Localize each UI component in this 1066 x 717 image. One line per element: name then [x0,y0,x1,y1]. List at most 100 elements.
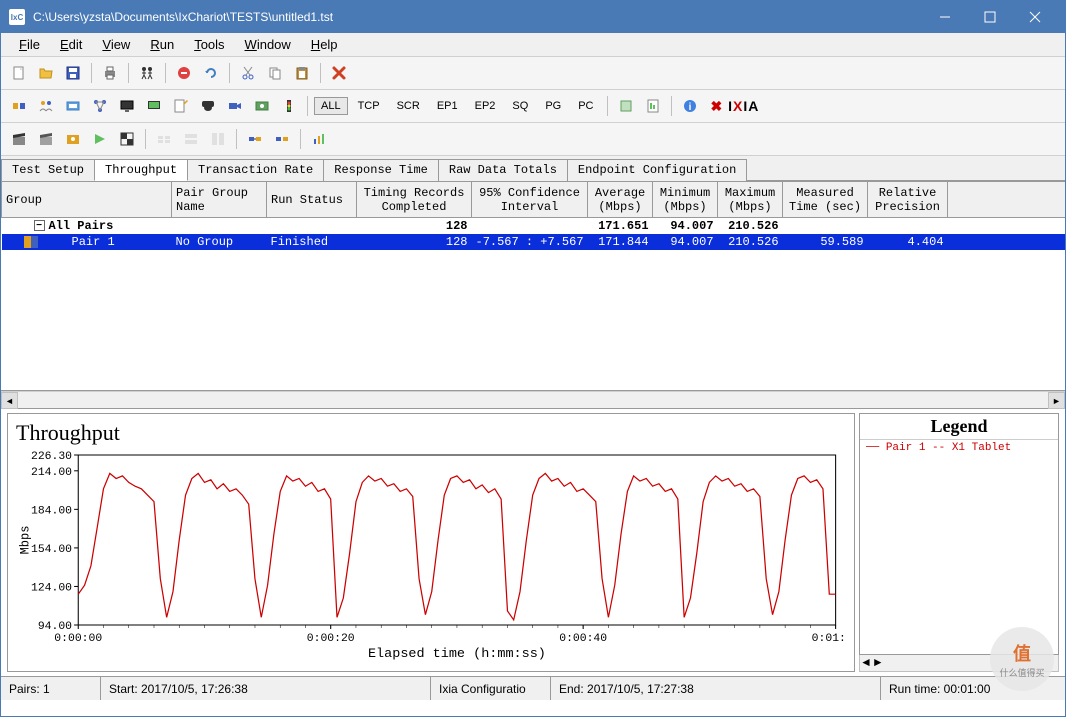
filter-all-button[interactable]: ALL [314,97,348,115]
menu-view[interactable]: View [92,35,140,54]
menu-run[interactable]: Run [140,35,184,54]
tab-endpoint-configuration[interactable]: Endpoint Configuration [567,159,747,181]
summary-avg: 171.651 [588,218,653,235]
save-icon[interactable] [61,61,85,85]
status-end: End: 2017/10/5, 17:27:38 [551,677,881,700]
iptv-icon[interactable] [250,94,274,118]
toolbar-3 [1,123,1065,156]
summary-row[interactable]: −All Pairs 128 171.651 94.007 210.526 [2,218,1066,235]
filter-ep2-button[interactable]: EP2 [468,97,503,115]
delete-icon[interactable] [327,61,351,85]
link-icon[interactable] [243,127,267,151]
col-group[interactable]: Group [2,182,172,218]
group2-icon[interactable] [179,127,203,151]
chart-icon[interactable] [307,127,331,151]
export-icon[interactable] [614,94,638,118]
throughput-chart: 226.30214.00184.00154.00124.0094.000:00:… [16,450,846,660]
stop-icon[interactable] [172,61,196,85]
filter-scr-button[interactable]: SCR [390,97,427,115]
menu-tools[interactable]: Tools [184,35,234,54]
menu-file[interactable]: File [9,35,50,54]
network-icon[interactable] [88,94,112,118]
results-table: Group Pair Group Name Run Status Timing … [1,181,1065,250]
col-conf[interactable]: 95% Confidence Interval [472,182,588,218]
legend-title: Legend [860,414,1058,440]
scroll-left-icon[interactable]: ◄ [860,655,872,671]
cell-prec: 4.404 [868,234,948,250]
summary-max: 210.526 [718,218,783,235]
results-table-wrap: Group Pair Group Name Run Status Timing … [1,181,1065,391]
window-title: C:\Users\yzsta\Documents\IxChariot\TESTS… [33,10,922,24]
tab-test-setup[interactable]: Test Setup [1,159,95,181]
action-icon[interactable] [88,127,112,151]
filter-sq-button[interactable]: SQ [505,97,535,115]
clapper2-icon[interactable] [34,127,58,151]
open-icon[interactable] [34,61,58,85]
pair-label: Pair 1 [72,235,115,249]
chart-panel: Throughput 226.30214.00184.00154.00124.0… [7,413,855,672]
col-timing[interactable]: Timing Records Completed [357,182,472,218]
unlink-icon[interactable] [270,127,294,151]
endpoint-icon[interactable] [61,94,85,118]
filter-pg-button[interactable]: PG [538,97,568,115]
col-min[interactable]: Minimum (Mbps) [653,182,718,218]
scroll-right-icon[interactable]: ► [872,655,884,671]
svg-text:226.30: 226.30 [31,451,72,463]
legend-item[interactable]: ── Pair 1 -- X1 Tablet [860,440,1058,456]
tab-raw-data-totals[interactable]: Raw Data Totals [438,159,568,181]
col-status[interactable]: Run Status [267,182,357,218]
report-icon[interactable] [641,94,665,118]
table-row[interactable]: Pair 1 No Group Finished 128 -7.567 : +7… [2,234,1066,250]
close-button[interactable] [1012,1,1057,33]
scroll-right-icon[interactable]: ► [1048,392,1065,409]
col-max[interactable]: Maximum (Mbps) [718,182,783,218]
scroll-left-icon[interactable]: ◄ [1,392,18,409]
refresh-icon[interactable] [199,61,223,85]
copy-icon[interactable] [263,61,287,85]
svg-text:214.00: 214.00 [31,467,72,479]
svg-text:0:01:00: 0:01:00 [812,633,846,645]
flag-icon[interactable] [115,127,139,151]
run-icon[interactable] [135,61,159,85]
col-prec[interactable]: Relative Precision [868,182,948,218]
info-icon[interactable]: i [678,94,702,118]
clapper-icon[interactable] [7,127,31,151]
scene-icon[interactable] [61,127,85,151]
filter-tcp-button[interactable]: TCP [351,97,387,115]
filter-pc-button[interactable]: PC [571,97,600,115]
new-icon[interactable] [7,61,31,85]
voip-icon[interactable] [196,94,220,118]
print-icon[interactable] [98,61,122,85]
monitor-icon[interactable] [115,94,139,118]
paste-icon[interactable] [290,61,314,85]
svg-text:94.00: 94.00 [38,621,72,633]
edit-script-icon[interactable] [169,94,193,118]
pair-icon[interactable] [7,94,31,118]
col-avg[interactable]: Average (Mbps) [588,182,653,218]
script-icon[interactable] [142,94,166,118]
minimize-button[interactable] [922,1,967,33]
menu-window[interactable]: Window [235,35,301,54]
maximize-button[interactable] [967,1,1012,33]
tab-response-time[interactable]: Response Time [323,159,439,181]
cell-min: 94.007 [653,234,718,250]
table-hscrollbar[interactable]: ◄ ► [1,391,1065,408]
group3-icon[interactable] [206,127,230,151]
collapse-icon[interactable]: − [34,220,45,231]
group1-icon[interactable] [152,127,176,151]
video-icon[interactable] [223,94,247,118]
col-time[interactable]: Measured Time (sec) [783,182,868,218]
traffic-icon[interactable] [277,94,301,118]
svg-text:Elapsed time (h:mm:ss): Elapsed time (h:mm:ss) [368,646,546,660]
tab-throughput[interactable]: Throughput [94,159,188,181]
statusbar: Pairs: 1 Start: 2017/10/5, 17:26:38 Ixia… [1,676,1065,700]
cell-group: No Group [172,234,267,250]
filter-ep1-button[interactable]: EP1 [430,97,465,115]
status-pairs: Pairs: 1 [1,677,101,700]
tab-transaction-rate[interactable]: Transaction Rate [187,159,324,181]
users-icon[interactable] [34,94,58,118]
cut-icon[interactable] [236,61,260,85]
menu-edit[interactable]: Edit [50,35,92,54]
menu-help[interactable]: Help [301,35,348,54]
col-pairgroup[interactable]: Pair Group Name [172,182,267,218]
